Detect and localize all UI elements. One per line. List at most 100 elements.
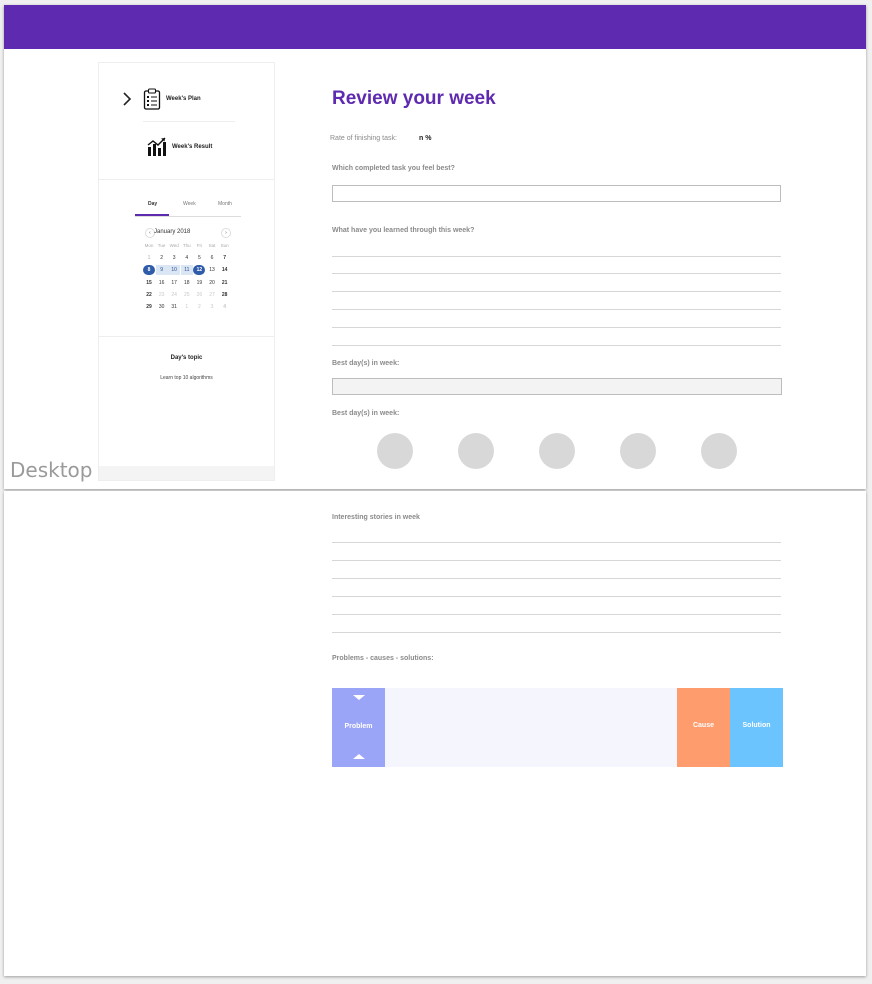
day-topic-title: Day's topic — [170, 355, 203, 361]
top-header-bar — [4, 5, 866, 49]
tab-week[interactable]: Week — [183, 201, 196, 207]
cause-column[interactable]: Cause — [677, 688, 730, 767]
learned-line[interactable] — [332, 273, 781, 274]
calendar-day[interactable]: 9 — [155, 265, 168, 276]
calendar-day[interactable]: 19 — [193, 278, 205, 288]
cause-label: Cause — [692, 722, 714, 729]
calendar-day[interactable]: 28 — [219, 290, 231, 300]
artboard-top: Week's Plan Week's Result Day Week Month… — [4, 5, 866, 489]
calendar-day[interactable]: 5 — [193, 253, 205, 263]
calendar-day[interactable]: 14 — [219, 265, 231, 275]
calendar-day[interactable]: 23 — [156, 290, 168, 300]
learned-line[interactable] — [332, 309, 781, 310]
rate-value: n % — [419, 135, 432, 142]
triangle-up-icon[interactable] — [353, 754, 365, 759]
calendar-day[interactable]: 3 — [168, 253, 180, 263]
calendar-day[interactable]: 4 — [181, 253, 193, 263]
day-topic-text: Learn top 10 algorithms — [160, 375, 213, 381]
weekday-label: Sat — [208, 243, 216, 248]
calendar-day[interactable]: 1 — [143, 253, 155, 263]
sidebar: Week's Plan Week's Result Day Week Month… — [98, 62, 275, 481]
calendar-day[interactable]: 30 — [156, 302, 168, 312]
artboard-bottom: Interesting stories in week Problems - c… — [4, 491, 866, 976]
day-circle[interactable] — [701, 433, 737, 469]
weekday-label: Wed — [169, 243, 179, 248]
weekday-label: Thu — [182, 243, 191, 248]
day-circle[interactable] — [458, 433, 494, 469]
chevron-right-icon[interactable] — [121, 91, 133, 107]
calendar-day[interactable]: 27 — [206, 290, 218, 300]
day-circle[interactable] — [377, 433, 413, 469]
active-tab-indicator — [135, 214, 169, 216]
calendar-month-label: January 2018 — [154, 229, 191, 235]
page-title: Review your week — [332, 88, 496, 109]
calendar-day[interactable]: 10 — [168, 265, 181, 276]
calendar-day[interactable]: 22 — [143, 290, 155, 300]
sidebar-footer — [99, 466, 274, 480]
calendar-day[interactable]: 13 — [206, 265, 218, 275]
solution-column[interactable]: Solution — [730, 688, 783, 767]
problem-cause-solution-table: Problem Cause Solution — [332, 688, 783, 767]
learned-line[interactable] — [332, 327, 781, 328]
calendar-day[interactable]: 2 — [156, 253, 168, 263]
calendar-day[interactable]: 1 — [181, 302, 193, 312]
tab-day[interactable]: Day — [148, 201, 157, 207]
calendar-day[interactable]: 3 — [206, 302, 218, 312]
tab-month[interactable]: Month — [218, 201, 232, 207]
calendar-day[interactable]: 17 — [168, 278, 180, 288]
calendar-day[interactable]: 12 — [193, 265, 206, 276]
best-days-label: Best day(s) in week: — [332, 360, 400, 367]
artboard-label: Desktop — [10, 458, 93, 482]
weekday-label: Mon — [144, 243, 154, 248]
best-days-input[interactable] — [332, 378, 782, 395]
stories-line[interactable] — [332, 560, 781, 561]
sidebar-item-weeks-result[interactable]: Week's Result — [147, 137, 212, 157]
calendar-day[interactable]: 2 — [193, 302, 205, 312]
calendar-day[interactable]: 6 — [206, 253, 218, 263]
sidebar-item-weeks-plan[interactable]: Week's Plan — [121, 88, 201, 110]
weekday-label: Fri — [196, 243, 203, 248]
calendar-day[interactable]: 16 — [156, 278, 168, 288]
calendar-day[interactable]: 15 — [143, 278, 155, 288]
weekday-label: Sun — [220, 243, 229, 248]
stories-line[interactable] — [332, 578, 781, 579]
calendar-next-button[interactable]: › — [221, 228, 231, 238]
calendar-day[interactable]: 21 — [219, 278, 231, 288]
calendar-day[interactable]: 31 — [168, 302, 180, 312]
stories-label: Interesting stories in week — [332, 514, 420, 521]
calendar-day[interactable]: 11 — [180, 265, 193, 276]
calendar-day[interactable]: 7 — [219, 253, 231, 263]
calendar-day[interactable]: 18 — [181, 278, 193, 288]
calendar-day[interactable]: 8 — [143, 265, 155, 276]
sidebar-item-label: Week's Result — [172, 144, 213, 150]
day-circle[interactable] — [620, 433, 656, 469]
stories-line[interactable] — [332, 632, 781, 633]
calendar-day[interactable]: 25 — [181, 290, 193, 300]
learned-line[interactable] — [332, 291, 781, 292]
learned-line[interactable] — [332, 345, 781, 346]
learned-line[interactable] — [332, 256, 781, 257]
best-task-label: Which completed task you feel best? — [332, 165, 455, 172]
calendar-day[interactable]: 20 — [206, 278, 218, 288]
rate-label: Rate of finishing task: — [330, 135, 397, 142]
solution-label: Solution — [742, 722, 771, 729]
calendar-day[interactable]: 26 — [193, 290, 205, 300]
problem-column[interactable]: Problem — [332, 688, 385, 767]
calendar-day[interactable]: 24 — [168, 290, 180, 300]
section-divider — [99, 336, 274, 337]
stories-line[interactable] — [332, 542, 781, 543]
calendar-day[interactable]: 4 — [219, 302, 231, 312]
problem-label: Problem — [344, 723, 373, 730]
sidebar-item-label: Week's Plan — [166, 96, 201, 102]
day-circle[interactable] — [539, 433, 575, 469]
section-divider — [99, 179, 274, 180]
triangle-down-icon[interactable] — [353, 695, 365, 700]
stories-line[interactable] — [332, 614, 781, 615]
calendar-tabs: Day Week Month — [135, 199, 241, 217]
best-task-input[interactable] — [332, 185, 781, 202]
learned-label: What have you learned through this week? — [332, 227, 475, 234]
clipboard-checklist-icon — [143, 88, 161, 110]
calendar-day[interactable]: 29 — [143, 302, 155, 312]
nav-divider — [143, 121, 235, 122]
stories-line[interactable] — [332, 596, 781, 597]
